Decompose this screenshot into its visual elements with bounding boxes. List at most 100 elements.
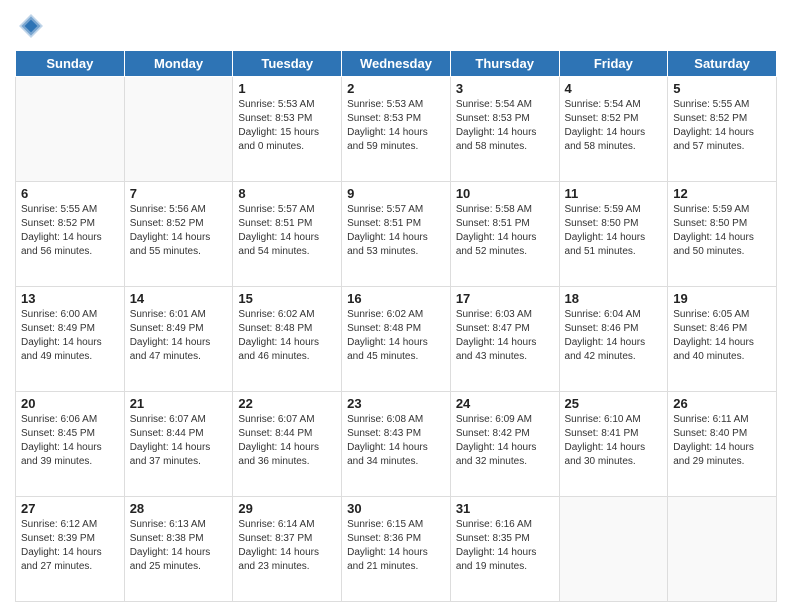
week-row-4: 20Sunrise: 6:06 AMSunset: 8:45 PMDayligh… — [16, 392, 777, 497]
day-number: 22 — [238, 396, 336, 411]
cell-info: Sunrise: 5:55 AMSunset: 8:52 PMDaylight:… — [673, 98, 771, 154]
cell-info: Sunrise: 5:55 AMSunset: 8:52 PMDaylight:… — [21, 203, 119, 259]
cell-info: Sunrise: 5:54 AMSunset: 8:52 PMDaylight:… — [565, 98, 663, 154]
page: SundayMondayTuesdayWednesdayThursdayFrid… — [0, 0, 792, 612]
cell-info: Sunrise: 6:09 AMSunset: 8:42 PMDaylight:… — [456, 413, 554, 469]
calendar-cell: 16Sunrise: 6:02 AMSunset: 8:48 PMDayligh… — [342, 287, 451, 392]
weekday-header-tuesday: Tuesday — [233, 51, 342, 77]
cell-info: Sunrise: 6:08 AMSunset: 8:43 PMDaylight:… — [347, 413, 445, 469]
week-row-3: 13 Sunrise: 6:00 AMSunset: 8:49 PMDayligh… — [16, 287, 777, 392]
calendar-cell: 11Sunrise: 5:59 AMSunset: 8:50 PMDayligh… — [559, 182, 668, 287]
cell-info: Sunrise: 6:02 AMSunset: 8:48 PMDaylight:… — [347, 308, 445, 364]
calendar-cell: 15 Sunrise: 6:02 AMSunset: 8:48 PMDayligh… — [233, 287, 342, 392]
day-number: 4 — [565, 81, 663, 96]
cell-info: Sunrise: 6:15 AMSunset: 8:36 PMDaylight:… — [347, 518, 445, 574]
calendar-cell: 31Sunrise: 6:16 AMSunset: 8:35 PMDayligh… — [450, 497, 559, 602]
calendar-cell: 7Sunrise: 5:56 AMSunset: 8:52 PMDaylight… — [124, 182, 233, 287]
day-number: 9 — [347, 186, 445, 201]
cell-info: Sunrise: 5:53 AMSunset: 8:53 PMDaylight:… — [238, 98, 336, 154]
cell-info: Sunrise: 6:04 AMSunset: 8:46 PMDaylight:… — [565, 308, 663, 364]
cell-info: Sunrise: 6:00 AMSunset: 8:49 PMDaylight:… — [21, 308, 119, 364]
calendar-cell — [124, 77, 233, 182]
calendar-cell: 1 Sunrise: 5:53 AMSunset: 8:53 PMDaylight… — [233, 77, 342, 182]
calendar-cell: 26Sunrise: 6:11 AMSunset: 8:40 PMDayligh… — [668, 392, 777, 497]
day-number: 7 — [130, 186, 228, 201]
cell-info: Sunrise: 5:58 AMSunset: 8:51 PMDaylight:… — [456, 203, 554, 259]
cell-info: Sunrise: 6:05 AMSunset: 8:46 PMDaylight:… — [673, 308, 771, 364]
cell-info: Sunrise: 5:57 AMSunset: 8:51 PMDaylight:… — [347, 203, 445, 259]
calendar-cell: 20Sunrise: 6:06 AMSunset: 8:45 PMDayligh… — [16, 392, 125, 497]
cell-info: Sunrise: 6:02 AMSunset: 8:48 PMDaylight:… — [238, 308, 336, 364]
calendar-cell: 2 Sunrise: 5:53 AMSunset: 8:53 PMDaylight… — [342, 77, 451, 182]
day-number: 27 — [21, 501, 119, 516]
weekday-header-row: SundayMondayTuesdayWednesdayThursdayFrid… — [16, 51, 777, 77]
day-number: 25 — [565, 396, 663, 411]
calendar-cell: 17 Sunrise: 6:03 AMSunset: 8:47 PMDayligh… — [450, 287, 559, 392]
header — [15, 10, 777, 42]
calendar-cell: 22 Sunrise: 6:07 AMSunset: 8:44 PMDayligh… — [233, 392, 342, 497]
day-number: 1 — [238, 81, 336, 96]
day-number: 18 — [565, 291, 663, 306]
day-number: 31 — [456, 501, 554, 516]
day-number: 17 — [456, 291, 554, 306]
day-number: 6 — [21, 186, 119, 201]
calendar-cell: 3 Sunrise: 5:54 AMSunset: 8:53 PMDaylight… — [450, 77, 559, 182]
logo — [15, 10, 51, 42]
day-number: 20 — [21, 396, 119, 411]
calendar-cell: 10 Sunrise: 5:58 AMSunset: 8:51 PMDayligh… — [450, 182, 559, 287]
day-number: 10 — [456, 186, 554, 201]
calendar-cell: 5 Sunrise: 5:55 AMSunset: 8:52 PMDaylight… — [668, 77, 777, 182]
calendar-cell: 9 Sunrise: 5:57 AMSunset: 8:51 PMDaylight… — [342, 182, 451, 287]
calendar-cell: 29 Sunrise: 6:14 AMSunset: 8:37 PMDayligh… — [233, 497, 342, 602]
logo-icon — [15, 10, 47, 42]
day-number: 11 — [565, 186, 663, 201]
cell-info: Sunrise: 6:03 AMSunset: 8:47 PMDaylight:… — [456, 308, 554, 364]
calendar-cell: 18 Sunrise: 6:04 AMSunset: 8:46 PMDayligh… — [559, 287, 668, 392]
calendar-cell: 24 Sunrise: 6:09 AMSunset: 8:42 PMDayligh… — [450, 392, 559, 497]
calendar-cell: 6 Sunrise: 5:55 AMSunset: 8:52 PMDaylight… — [16, 182, 125, 287]
calendar-cell: 14 Sunrise: 6:01 AMSunset: 8:49 PMDayligh… — [124, 287, 233, 392]
day-number: 14 — [130, 291, 228, 306]
day-number: 15 — [238, 291, 336, 306]
cell-info: Sunrise: 5:53 AMSunset: 8:53 PMDaylight:… — [347, 98, 445, 154]
day-number: 19 — [673, 291, 771, 306]
cell-info: Sunrise: 6:01 AMSunset: 8:49 PMDaylight:… — [130, 308, 228, 364]
calendar-cell: 12Sunrise: 5:59 AMSunset: 8:50 PMDayligh… — [668, 182, 777, 287]
day-number: 13 — [21, 291, 119, 306]
day-number: 2 — [347, 81, 445, 96]
calendar-table: SundayMondayTuesdayWednesdayThursdayFrid… — [15, 50, 777, 602]
weekday-header-wednesday: Wednesday — [342, 51, 451, 77]
day-number: 8 — [238, 186, 336, 201]
cell-info: Sunrise: 6:10 AMSunset: 8:41 PMDaylight:… — [565, 413, 663, 469]
day-number: 23 — [347, 396, 445, 411]
weekday-header-friday: Friday — [559, 51, 668, 77]
week-row-2: 6 Sunrise: 5:55 AMSunset: 8:52 PMDaylight… — [16, 182, 777, 287]
day-number: 29 — [238, 501, 336, 516]
calendar-cell: 8 Sunrise: 5:57 AMSunset: 8:51 PMDaylight… — [233, 182, 342, 287]
calendar-cell: 28Sunrise: 6:13 AMSunset: 8:38 PMDayligh… — [124, 497, 233, 602]
weekday-header-sunday: Sunday — [16, 51, 125, 77]
calendar-cell: 25 Sunrise: 6:10 AMSunset: 8:41 PMDayligh… — [559, 392, 668, 497]
week-row-1: 1 Sunrise: 5:53 AMSunset: 8:53 PMDaylight… — [16, 77, 777, 182]
day-number: 12 — [673, 186, 771, 201]
day-number: 3 — [456, 81, 554, 96]
day-number: 24 — [456, 396, 554, 411]
calendar-cell — [559, 497, 668, 602]
day-number: 5 — [673, 81, 771, 96]
calendar-cell: 19 Sunrise: 6:05 AMSunset: 8:46 PMDayligh… — [668, 287, 777, 392]
weekday-header-saturday: Saturday — [668, 51, 777, 77]
calendar-cell: 30Sunrise: 6:15 AMSunset: 8:36 PMDayligh… — [342, 497, 451, 602]
cell-info: Sunrise: 6:14 AMSunset: 8:37 PMDaylight:… — [238, 518, 336, 574]
cell-info: Sunrise: 6:07 AMSunset: 8:44 PMDaylight:… — [130, 413, 228, 469]
cell-info: Sunrise: 5:57 AMSunset: 8:51 PMDaylight:… — [238, 203, 336, 259]
cell-info: Sunrise: 6:07 AMSunset: 8:44 PMDaylight:… — [238, 413, 336, 469]
day-number: 26 — [673, 396, 771, 411]
cell-info: Sunrise: 5:54 AMSunset: 8:53 PMDaylight:… — [456, 98, 554, 154]
day-number: 28 — [130, 501, 228, 516]
cell-info: Sunrise: 6:12 AMSunset: 8:39 PMDaylight:… — [21, 518, 119, 574]
day-number: 21 — [130, 396, 228, 411]
calendar-cell: 23 Sunrise: 6:08 AMSunset: 8:43 PMDayligh… — [342, 392, 451, 497]
weekday-header-monday: Monday — [124, 51, 233, 77]
week-row-5: 27 Sunrise: 6:12 AMSunset: 8:39 PMDayligh… — [16, 497, 777, 602]
calendar-cell: 4 Sunrise: 5:54 AMSunset: 8:52 PMDaylight… — [559, 77, 668, 182]
